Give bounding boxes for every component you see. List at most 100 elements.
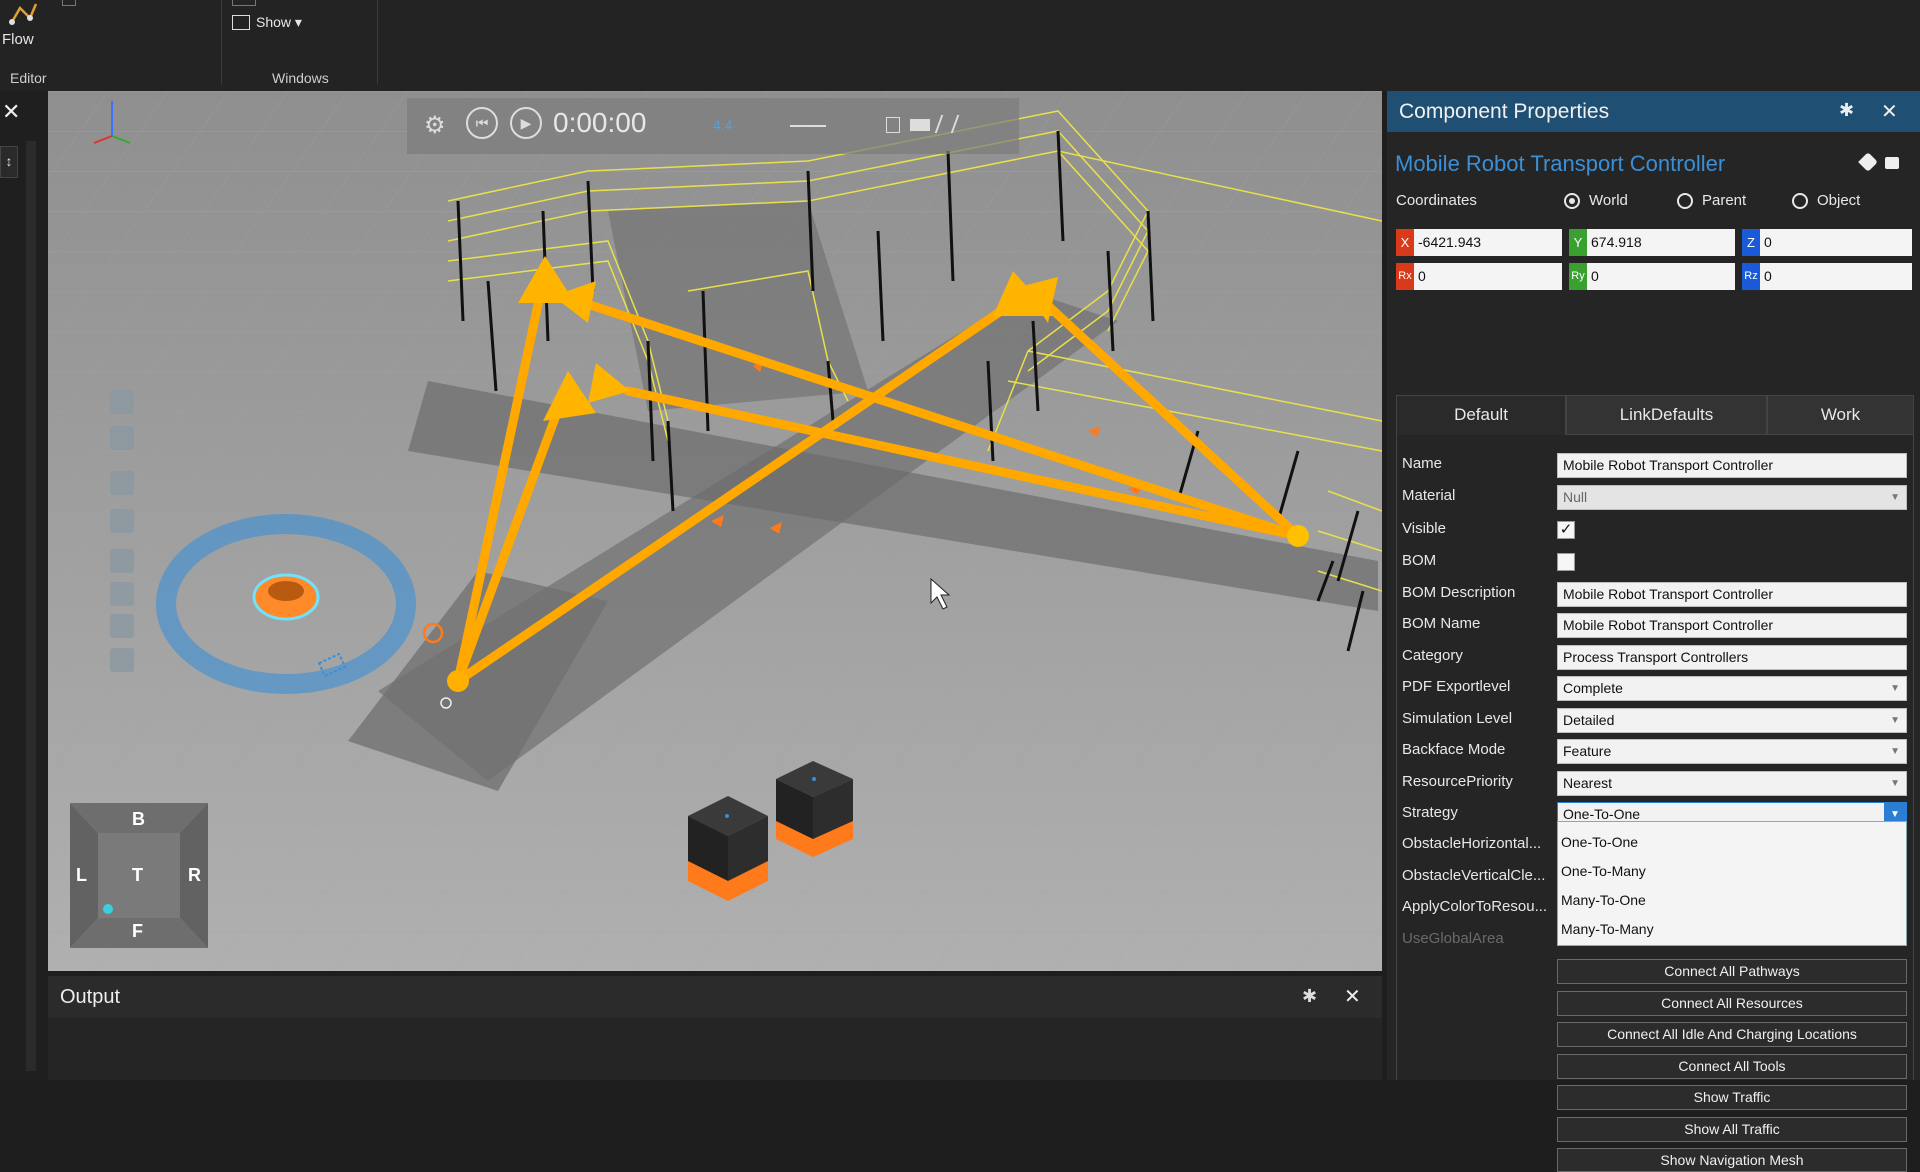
radio-object[interactable] xyxy=(1792,193,1808,209)
rz-field[interactable]: Rz 0 xyxy=(1742,263,1912,290)
strategy-dropdown-list: One-To-One One-To-Many Many-To-One Many-… xyxy=(1557,821,1907,946)
show-navigation-mesh-button[interactable]: Show Navigation Mesh xyxy=(1557,1148,1907,1172)
record-icon[interactable] xyxy=(910,119,930,131)
radio-parent-label[interactable]: Parent xyxy=(1702,192,1746,209)
x-value: -6421.943 xyxy=(1418,234,1482,250)
ribbon-small-icon[interactable] xyxy=(62,0,76,6)
category-field[interactable]: Process Transport Controllers xyxy=(1557,645,1907,670)
show-traffic-button[interactable]: Show Traffic xyxy=(1557,1085,1907,1110)
material-select[interactable]: Null ▼ xyxy=(1557,485,1907,510)
navigation-cube[interactable]: B L T R F xyxy=(70,803,208,948)
measure-icon[interactable] xyxy=(110,582,134,606)
connect-all-tools-button[interactable]: Connect All Tools xyxy=(1557,1054,1907,1079)
pdf-exportlevel-select[interactable]: Complete ▼ xyxy=(1557,676,1907,701)
snap-icon[interactable] xyxy=(110,614,134,638)
ry-field[interactable]: Ry 0 xyxy=(1569,263,1735,290)
show-windows-button[interactable]: Show ▾ xyxy=(256,14,302,31)
3d-viewport[interactable]: ⚙ ⏮ ▶ 0:00:00 4.4 B L T R F xyxy=(48,91,1382,971)
coordinates-label: Coordinates xyxy=(1396,192,1477,209)
name-field[interactable]: Mobile Robot Transport Controller xyxy=(1557,453,1907,478)
tag-icon[interactable] xyxy=(1858,152,1878,172)
editor-group-label: Editor xyxy=(10,70,47,86)
simulation-level-value: Detailed xyxy=(1563,712,1615,728)
radio-world[interactable] xyxy=(1564,193,1580,209)
pin-icon[interactable]: ✱ xyxy=(1839,100,1854,121)
strategy-option[interactable]: One-To-Many xyxy=(1561,863,1646,879)
rewind-icon: ⏮ xyxy=(475,115,489,131)
nav-cube-front[interactable]: F xyxy=(132,921,143,942)
bom-checkbox[interactable] xyxy=(1557,553,1575,571)
collapsed-panel-tab[interactable]: ↕ xyxy=(0,146,18,178)
category-label: Category xyxy=(1402,647,1463,664)
connect-idle-charging-button[interactable]: Connect All Idle And Charging Locations xyxy=(1557,1022,1907,1047)
nav-cube-left[interactable]: L xyxy=(76,865,87,886)
show-all-traffic-button[interactable]: Show All Traffic xyxy=(1557,1117,1907,1142)
rz-tag: Rz xyxy=(1742,263,1760,290)
zoom-selected-icon[interactable] xyxy=(110,426,134,450)
rx-field[interactable]: Rx 0 xyxy=(1396,263,1562,290)
zoom-fit-icon[interactable] xyxy=(110,390,134,414)
y-field[interactable]: Y 674.918 xyxy=(1569,229,1735,256)
resource-priority-select[interactable]: Nearest ▼ xyxy=(1557,771,1907,796)
bom-name-label: BOM Name xyxy=(1402,615,1481,632)
component-name-heading: Mobile Robot Transport Controller xyxy=(1395,151,1726,176)
render-mode-icon[interactable] xyxy=(110,549,134,573)
lock-icon[interactable] xyxy=(1885,157,1899,169)
flow-node[interactable] xyxy=(1287,525,1309,547)
nav-cube-right[interactable]: R xyxy=(188,865,201,886)
flow-icon[interactable] xyxy=(6,0,40,26)
flow-node[interactable] xyxy=(447,670,469,692)
output-panel: Output ✱ ✕ xyxy=(48,976,1382,1080)
connect-all-resources-button[interactable]: Connect All Resources xyxy=(1557,991,1907,1016)
material-label: Material xyxy=(1402,487,1456,504)
connect-all-pathways-button[interactable]: Connect All Pathways xyxy=(1557,959,1907,984)
nav-cube-back[interactable]: B xyxy=(132,809,145,830)
x-field[interactable]: X -6421.943 xyxy=(1396,229,1562,256)
ribbon-small-icon[interactable] xyxy=(232,0,256,6)
strategy-option[interactable]: Many-To-One xyxy=(1561,892,1646,908)
export-icon[interactable] xyxy=(886,117,900,133)
bom-name-field[interactable]: Mobile Robot Transport Controller xyxy=(1557,613,1907,638)
speed-slider[interactable] xyxy=(790,125,826,127)
use-global-area-label: UseGlobalArea xyxy=(1402,930,1504,947)
tab-work[interactable]: Work xyxy=(1767,395,1914,435)
properties-title-bar: Component Properties ✱ ✕ xyxy=(1387,91,1920,132)
visible-checkbox[interactable]: ✓ xyxy=(1557,521,1575,539)
rewind-button[interactable]: ⏮ xyxy=(466,107,498,139)
obstacle-horizontal-label: ObstacleHorizontal... xyxy=(1402,835,1542,852)
mobile-robot[interactable] xyxy=(688,796,768,901)
strategy-option[interactable]: One-To-One xyxy=(1561,834,1638,850)
rx-tag: Rx xyxy=(1396,263,1414,290)
scene-canvas[interactable] xyxy=(48,91,1382,971)
view-layout-icon[interactable] xyxy=(110,471,134,495)
close-icon[interactable]: ✕ xyxy=(1344,984,1361,1009)
z-field[interactable]: Z 0 xyxy=(1742,229,1912,256)
ribbon-toolbar: Flow Show ▾ Editor Windows xyxy=(0,0,1920,91)
ry-value: 0 xyxy=(1591,268,1599,284)
rz-value: 0 xyxy=(1764,268,1772,284)
bom-description-field[interactable]: Mobile Robot Transport Controller xyxy=(1557,582,1907,607)
radio-object-label[interactable]: Object xyxy=(1817,192,1860,209)
strategy-option[interactable]: Many-To-Many xyxy=(1561,921,1654,937)
pin-icon[interactable]: ✱ xyxy=(1302,986,1317,1007)
close-icon[interactable]: ✕ xyxy=(2,99,20,125)
x-tag: X xyxy=(1396,229,1414,256)
radio-world-label[interactable]: World xyxy=(1589,192,1628,209)
gear-icon[interactable]: ⚙ xyxy=(424,111,446,140)
box-view-icon[interactable] xyxy=(110,509,134,533)
output-title: Output xyxy=(60,986,121,1008)
nav-cube-top[interactable]: T xyxy=(132,865,143,886)
backface-mode-select[interactable]: Feature ▼ xyxy=(1557,739,1907,764)
y-tag: Y xyxy=(1569,229,1587,256)
simulation-level-select[interactable]: Detailed ▼ xyxy=(1557,708,1907,733)
close-icon[interactable]: ✕ xyxy=(1881,99,1898,124)
play-button[interactable]: ▶ xyxy=(510,107,542,139)
tab-linkdefaults[interactable]: LinkDefaults xyxy=(1566,395,1767,435)
ribbon-separator xyxy=(221,0,222,84)
mobile-robot[interactable] xyxy=(776,761,853,857)
scrollbar[interactable] xyxy=(26,141,36,1071)
cube-tool-icon[interactable] xyxy=(110,648,134,672)
flow-button-label[interactable]: Flow xyxy=(2,31,34,48)
tab-default[interactable]: Default xyxy=(1396,395,1566,435)
radio-parent[interactable] xyxy=(1677,193,1693,209)
